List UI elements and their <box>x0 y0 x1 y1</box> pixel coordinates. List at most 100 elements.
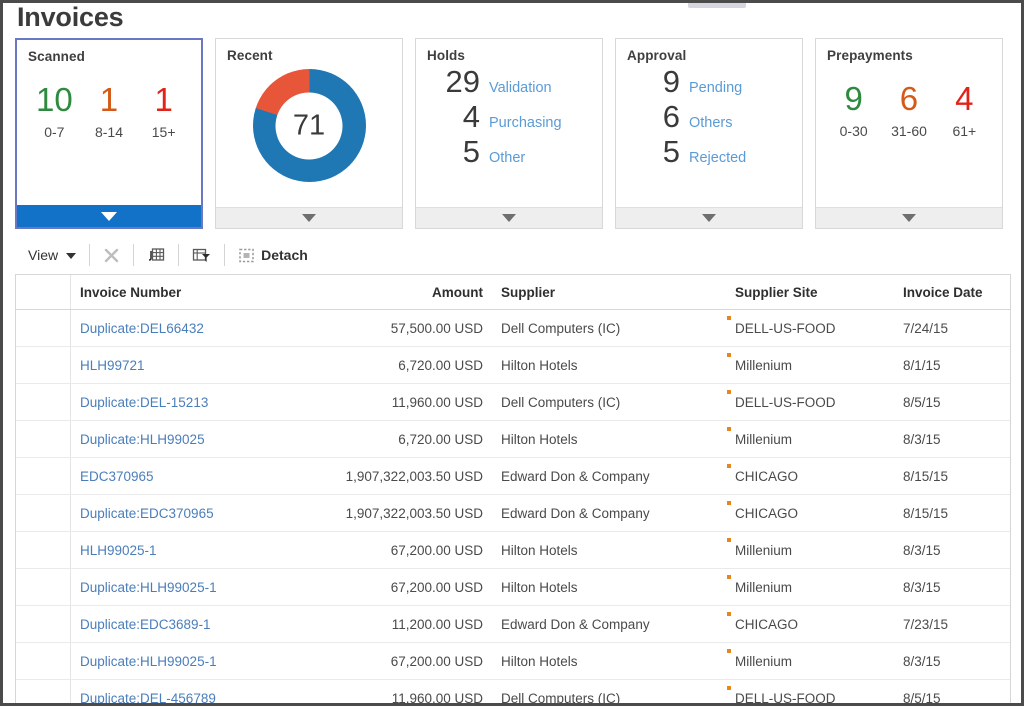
row-select-cell[interactable] <box>16 420 71 458</box>
table-row[interactable]: EDC370965 1,907,322,003.50 USD Edward Don … <box>16 457 1010 495</box>
card-expand-footer-approval[interactable] <box>616 207 802 228</box>
cell-text: Hilton Hotels <box>501 357 578 373</box>
card-expand-footer-scanned[interactable] <box>17 205 201 227</box>
column-header-supplier[interactable]: Supplier <box>492 275 726 310</box>
card-expand-footer-prepayments[interactable] <box>816 207 1002 228</box>
cell-invoice-number[interactable]: Duplicate:HLH99025-1 <box>70 568 314 606</box>
info-card-approval[interactable]: Approval 9 Pending 6 Others 5 Rejected <box>615 38 803 229</box>
metric-label[interactable]: Rejected <box>689 150 746 166</box>
cell-invoice-number[interactable]: Duplicate:HLH99025-1 <box>70 642 314 680</box>
column-header-invoice-date[interactable]: Invoice Date <box>894 275 1010 310</box>
metric-row[interactable]: 5 Rejected <box>624 135 790 169</box>
cell-invoice-number[interactable]: Duplicate:DEL-15213 <box>70 383 314 421</box>
cell-text: 8/15/15 <box>903 505 949 521</box>
cell-supplier-site: Millenium <box>726 568 894 606</box>
table-row[interactable]: Duplicate:HLH99025-1 67,200.00 USD Hilton … <box>16 568 1010 606</box>
chevron-down-icon <box>66 253 77 259</box>
card-expand-footer-holds[interactable] <box>416 207 602 228</box>
row-select-cell[interactable] <box>16 642 71 680</box>
column-header-supplier-site[interactable]: Supplier Site <box>726 275 894 310</box>
metric-row[interactable]: 9 Pending <box>624 65 790 99</box>
info-card-scanned[interactable]: Scanned 10 0-7 1 8-14 1 15+ <box>15 38 203 229</box>
metric-label[interactable]: Purchasing <box>489 115 562 131</box>
metric-row[interactable]: 4 Purchasing <box>424 100 590 134</box>
cell-invoice-number[interactable]: Duplicate:EDC3689-1 <box>70 605 314 643</box>
invoice-number-link[interactable]: HLH99721 <box>80 358 145 373</box>
row-select-cell[interactable] <box>16 346 71 384</box>
invoice-number-link[interactable]: Duplicate:EDC370965 <box>80 506 214 521</box>
invoice-number-link[interactable]: Duplicate:DEL66432 <box>80 321 204 336</box>
row-select-cell[interactable] <box>16 457 71 495</box>
row-select-cell[interactable] <box>16 605 71 643</box>
row-select-cell[interactable] <box>16 531 71 569</box>
cell-supplier-site: Millenium <box>726 346 894 384</box>
row-select-cell[interactable] <box>16 309 71 347</box>
table-row[interactable]: HLH99721 6,720.00 USD Hilton Hotels Milleni… <box>16 346 1010 384</box>
metric-row[interactable]: 29 Validation <box>424 65 590 99</box>
aging-label: 0-7 <box>44 124 65 140</box>
invoice-number-link[interactable]: Duplicate:DEL-15213 <box>80 395 208 410</box>
table-row[interactable]: Duplicate:DEL-456789 11,960.00 USD Dell Co… <box>16 679 1010 704</box>
aging-bucket[interactable]: 1 8-14 <box>83 82 135 141</box>
table-row[interactable]: Duplicate:HLH99025-1 67,200.00 USD Hilton … <box>16 642 1010 680</box>
table-row[interactable]: Duplicate:EDC370965 1,907,322,003.50 USD E… <box>16 494 1010 532</box>
delete-button[interactable] <box>90 238 133 272</box>
invoice-number-link[interactable]: Duplicate:HLH99025 <box>80 432 205 447</box>
cell-invoice-number[interactable]: Duplicate:EDC370965 <box>70 494 314 532</box>
metric-label[interactable]: Pending <box>689 80 742 96</box>
table-row[interactable]: Duplicate:DEL-15213 11,960.00 USD Dell Com… <box>16 383 1010 421</box>
column-header-invoice-number[interactable]: Invoice Number <box>70 275 314 310</box>
metric-row[interactable]: 5 Other <box>424 135 590 169</box>
cell-amount: 57,500.00 USD <box>314 309 492 347</box>
row-select-cell[interactable] <box>16 679 71 703</box>
cell-invoice-number[interactable]: Duplicate:DEL66432 <box>70 309 314 347</box>
cell-invoice-number[interactable]: EDC370965 <box>70 457 314 495</box>
column-header-amount[interactable]: Amount <box>314 275 492 310</box>
invoice-number-link[interactable]: Duplicate:DEL-456789 <box>80 691 216 704</box>
metric-value: 5 <box>662 134 680 169</box>
aging-bucket[interactable]: 4 61+ <box>938 81 990 140</box>
column-header-select[interactable] <box>16 275 71 310</box>
row-select-cell[interactable] <box>16 494 71 532</box>
aging-bucket[interactable]: 9 0-30 <box>828 81 880 140</box>
aging-bucket[interactable]: 6 31-60 <box>883 81 935 140</box>
freeze-button[interactable] <box>134 238 178 272</box>
aging-bucket[interactable]: 1 15+ <box>138 82 190 141</box>
invoice-number-link[interactable]: Duplicate:HLH99025-1 <box>80 580 217 595</box>
card-title-approval: Approval <box>627 48 687 63</box>
metric-row[interactable]: 6 Others <box>624 100 790 134</box>
cell-invoice-number[interactable]: Duplicate:DEL-456789 <box>70 679 314 704</box>
cell-invoice-number[interactable]: HLH99721 <box>70 346 314 384</box>
invoice-number-link[interactable]: Duplicate:HLH99025-1 <box>80 654 217 669</box>
row-select-cell[interactable] <box>16 383 71 421</box>
info-card-recent[interactable]: Recent 71 <box>215 38 403 229</box>
info-card-prepayments[interactable]: Prepayments 9 0-30 6 31-60 4 61+ <box>815 38 1003 229</box>
donut-chart[interactable]: 71 <box>252 69 366 182</box>
cell-invoice-number[interactable]: Duplicate:HLH99025 <box>70 420 314 458</box>
aging-label: 31-60 <box>891 123 927 139</box>
cell-invoice-number[interactable]: HLH99025-1 <box>70 531 314 569</box>
invoice-number-link[interactable]: Duplicate:EDC3689-1 <box>80 617 211 632</box>
table-row[interactable]: Duplicate:DEL66432 57,500.00 USD Dell Comp… <box>16 309 1010 347</box>
view-menu-button[interactable]: View <box>15 238 89 272</box>
card-title-prepayments: Prepayments <box>827 48 913 63</box>
card-expand-footer-recent[interactable] <box>216 207 402 228</box>
row-select-cell[interactable] <box>16 568 71 606</box>
metric-label[interactable]: Others <box>689 115 733 131</box>
wrap-button[interactable] <box>179 238 224 272</box>
detach-button[interactable]: Detach <box>225 238 321 272</box>
site-status-marker-icon <box>727 316 731 320</box>
info-card-holds[interactable]: Holds 29 Validation 4 Purchasing 5 Other <box>415 38 603 229</box>
metric-label[interactable]: Validation <box>489 80 552 96</box>
table-row[interactable]: Duplicate:EDC3689-1 11,200.00 USD Edward D… <box>16 605 1010 643</box>
cell-text: 11,960.00 USD <box>391 394 483 410</box>
invoice-number-link[interactable]: HLH99025-1 <box>80 543 157 558</box>
cell-invoice-date: 8/5/15 <box>894 679 1010 703</box>
invoice-number-link[interactable]: EDC370965 <box>80 469 154 484</box>
metric-label[interactable]: Other <box>489 150 525 166</box>
table-row[interactable]: Duplicate:HLH99025 6,720.00 USD Hilton Hot… <box>16 420 1010 458</box>
metric-value: 4 <box>462 99 480 134</box>
table-row[interactable]: HLH99025-1 67,200.00 USD Hilton Hotels Mill… <box>16 531 1010 569</box>
card-body-recent: 71 <box>216 63 402 207</box>
aging-bucket[interactable]: 10 0-7 <box>28 82 80 141</box>
